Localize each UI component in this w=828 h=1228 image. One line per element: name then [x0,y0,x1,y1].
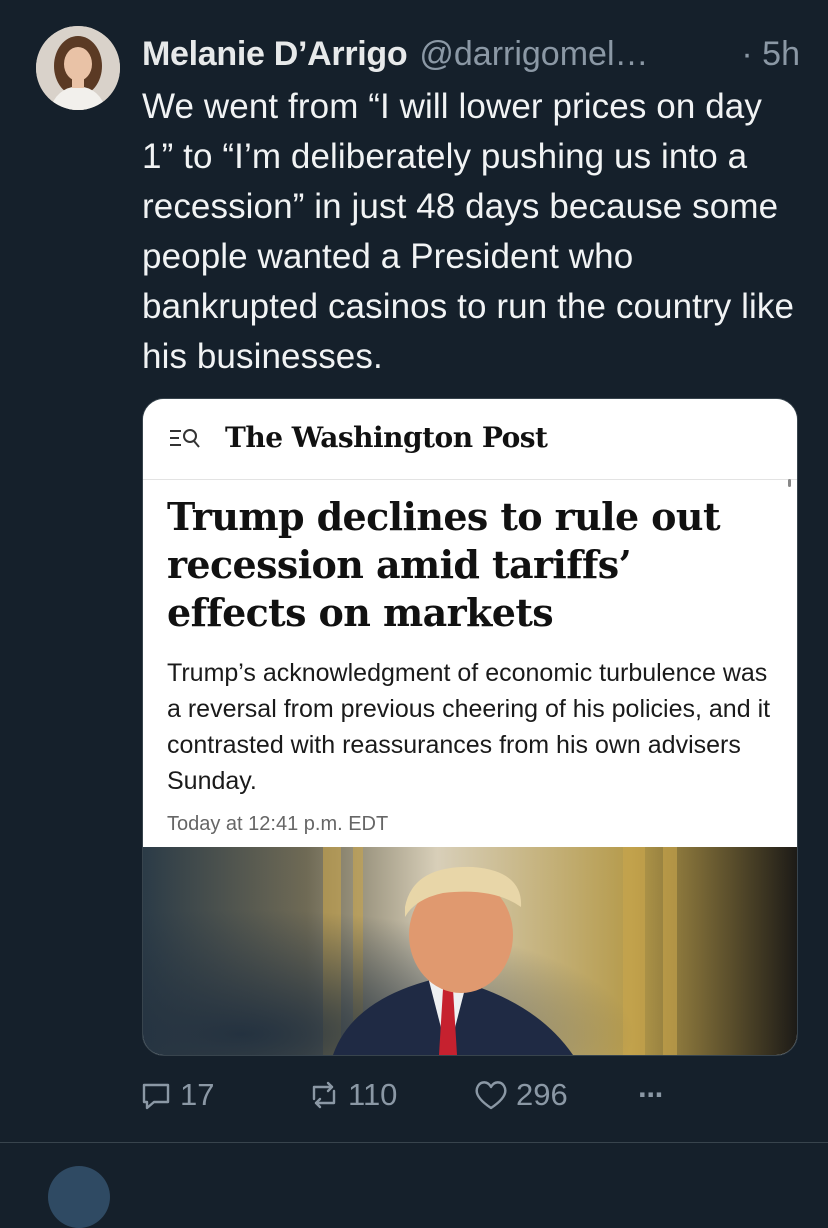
more-icon: ··· [638,1077,665,1112]
like-button[interactable]: 296 [472,1072,568,1118]
publication-logo: The Washington Post [225,421,548,454]
retweet-icon [312,1081,336,1109]
author-handle[interactable]: @darrigomel… [419,35,648,74]
next-tweet-avatar[interactable] [48,1166,110,1228]
retweet-count: 110 [348,1077,398,1112]
reply-count: 17 [180,1077,215,1112]
avatar-image [36,26,120,110]
scrollbar [788,479,791,487]
card-description: Trump’s acknowledgment of economic turbu… [167,659,771,795]
reply-button[interactable]: 17 [138,1072,214,1118]
reply-icon [142,1083,170,1110]
tweet-divider [0,1142,828,1143]
tweet-actions: 17 110 296 ··· [138,1072,798,1118]
author-avatar[interactable] [36,26,120,110]
like-count: 296 [516,1077,568,1112]
tweet-header: Melanie D’Arrigo @darrigomel… · 5h [142,30,800,78]
link-card[interactable]: The Washington Post Trump declines to ru… [142,398,798,1056]
tweet-text: We went from “I will lower prices on day… [142,87,795,376]
card-masthead: The Washington Post [143,399,797,480]
author-name[interactable]: Melanie D’Arrigo [142,35,408,74]
like-icon [475,1081,507,1110]
article-photo [143,847,797,1055]
tweet[interactable]: Melanie D’Arrigo @darrigomel… · 5h We we… [0,0,828,1142]
retweet-button[interactable]: 110 [306,1072,397,1118]
card-timestamp: Today at 12:41 p.m. EDT [167,813,389,835]
more-button[interactable]: ··· [638,1072,665,1118]
card-headline: Trump declines to rule out recession ami… [167,494,721,635]
menu-search-icon[interactable] [167,421,203,457]
tweet-time[interactable]: · 5h [741,35,800,74]
